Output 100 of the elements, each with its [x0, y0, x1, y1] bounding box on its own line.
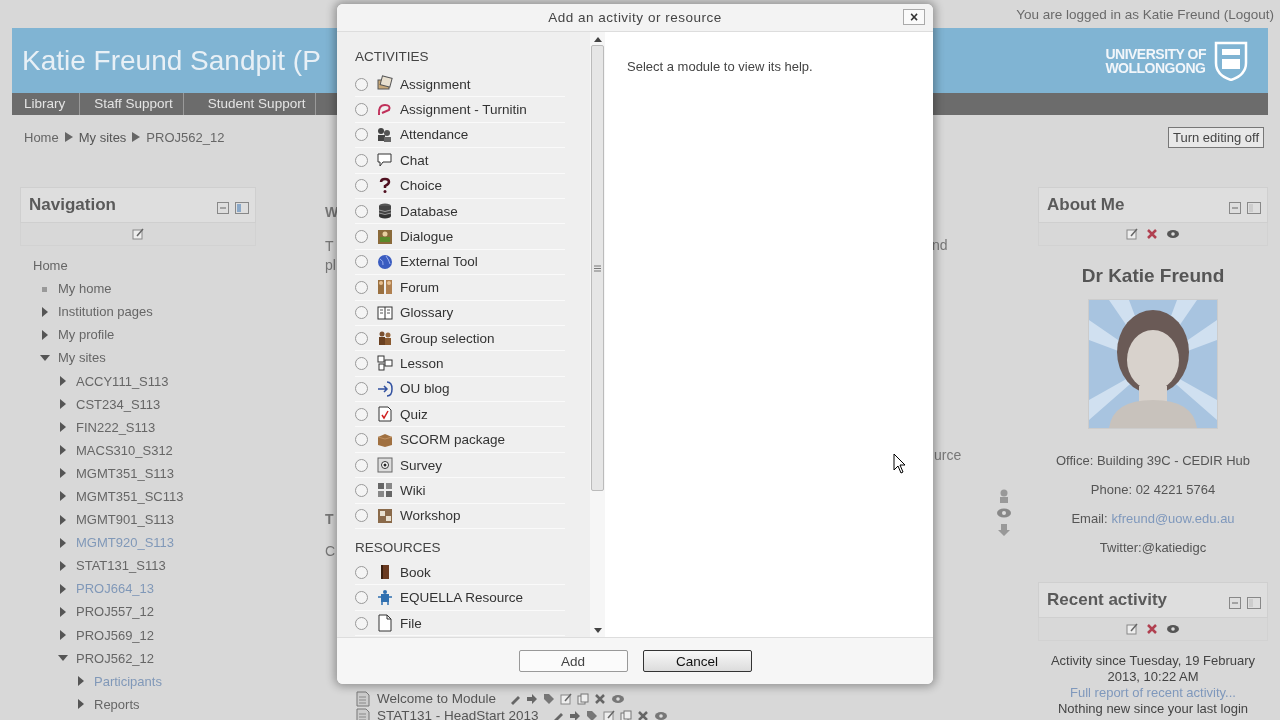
dock-icon[interactable]: [235, 202, 249, 214]
person-icon[interactable]: [997, 489, 1011, 503]
option-label[interactable]: Chat: [400, 152, 429, 168]
scroll-thumb[interactable]: [591, 45, 604, 491]
menu-item[interactable]: Staff Support: [80, 93, 184, 115]
collapse-icon[interactable]: [217, 202, 229, 214]
tag-icon[interactable]: [585, 710, 598, 720]
option-label[interactable]: Group selection: [400, 330, 495, 346]
option-label[interactable]: Assignment: [400, 76, 471, 92]
down-arrow-icon[interactable]: [997, 523, 1011, 537]
radio-button[interactable]: [355, 306, 368, 320]
radio-button[interactable]: [355, 230, 368, 244]
copy-icon[interactable]: [577, 693, 590, 705]
add-button[interactable]: Add: [518, 650, 628, 672]
edit-icon[interactable]: [1126, 623, 1138, 635]
edit-icon[interactable]: [1126, 228, 1138, 240]
radio-button[interactable]: [355, 179, 368, 193]
right-arrow-icon[interactable]: [526, 693, 539, 705]
breadcrumb-link[interactable]: PROJ562_12: [146, 129, 225, 145]
copy-icon[interactable]: [619, 710, 632, 720]
radio-button[interactable]: [355, 458, 368, 472]
radio-button[interactable]: [355, 153, 368, 167]
nav-item[interactable]: CST234_S113: [76, 396, 161, 412]
menu-item[interactable]: Library: [12, 93, 81, 115]
option-label[interactable]: EQUELLA Resource: [400, 590, 524, 606]
nav-item[interactable]: My profile: [58, 327, 115, 343]
radio-button[interactable]: [355, 616, 368, 630]
nav-item[interactable]: My sites: [58, 350, 106, 366]
pencil-icon[interactable]: [509, 693, 522, 705]
option-label[interactable]: SCORM package: [400, 432, 506, 448]
radio-button[interactable]: [355, 331, 368, 345]
right-arrow-icon[interactable]: [568, 710, 581, 720]
option-label[interactable]: Book: [400, 564, 431, 580]
radio-button[interactable]: [355, 407, 368, 421]
dock-icon[interactable]: [1247, 202, 1261, 214]
activity-link[interactable]: Welcome to Module: [377, 691, 497, 707]
delete-icon[interactable]: [1146, 228, 1158, 240]
nav-item[interactable]: PROJ562_12: [76, 650, 155, 666]
radio-button[interactable]: [355, 382, 368, 396]
activity-link[interactable]: STAT131 - HeadStart 2013: [377, 708, 539, 720]
cancel-button[interactable]: Cancel: [642, 650, 752, 672]
eye-icon[interactable]: [653, 710, 668, 720]
delete-icon[interactable]: [636, 710, 649, 720]
radio-button[interactable]: [355, 357, 368, 370]
option-label[interactable]: External Tool: [400, 254, 478, 270]
option-label[interactable]: Quiz: [400, 406, 428, 422]
nav-item[interactable]: Institution pages: [58, 304, 153, 320]
nav-item[interactable]: PROJ569_12: [76, 627, 155, 643]
eye-icon[interactable]: [1166, 623, 1180, 635]
radio-button[interactable]: [355, 280, 368, 294]
radio-button[interactable]: [355, 103, 368, 117]
option-label[interactable]: Wiki: [400, 482, 426, 498]
nav-item[interactable]: MGMT351_S113: [76, 465, 175, 481]
radio-button[interactable]: [355, 483, 368, 497]
option-label[interactable]: Database: [400, 203, 458, 219]
dock-icon[interactable]: [1247, 597, 1261, 609]
close-button[interactable]: ×: [903, 9, 925, 25]
option-label[interactable]: Choice: [400, 178, 443, 194]
nav-item[interactable]: STAT131_S113: [76, 558, 166, 574]
collapse-icon[interactable]: [1229, 597, 1241, 609]
nav-item[interactable]: PROJ557_12: [76, 604, 155, 620]
nav-item[interactable]: Home: [33, 258, 68, 274]
nav-item[interactable]: ACCY111_S113: [76, 373, 169, 389]
scroll-up-icon[interactable]: [593, 36, 602, 42]
scroll-down-icon[interactable]: [593, 628, 602, 634]
radio-button[interactable]: [355, 565, 368, 579]
nav-item[interactable]: Reports: [94, 696, 140, 712]
option-label[interactable]: Assignment - Turnitin: [400, 102, 527, 118]
tag-icon[interactable]: [543, 693, 556, 705]
option-label[interactable]: Forum: [400, 279, 439, 295]
option-label[interactable]: Attendance: [400, 127, 469, 143]
option-label[interactable]: Dialogue: [400, 229, 454, 245]
collapse-icon[interactable]: [1229, 202, 1241, 214]
option-label[interactable]: File: [400, 615, 422, 631]
nav-item[interactable]: MGMT351_SC113: [76, 489, 184, 504]
radio-button[interactable]: [355, 77, 368, 91]
radio-button[interactable]: [355, 204, 368, 218]
nav-item[interactable]: My home: [58, 281, 112, 297]
nav-item[interactable]: FIN222_S113: [76, 419, 156, 435]
nav-item[interactable]: MGMT901_S113: [76, 512, 175, 528]
radio-button[interactable]: [355, 128, 368, 142]
delete-icon[interactable]: [594, 693, 607, 705]
nav-item[interactable]: MACS310_S312: [76, 442, 173, 458]
radio-button[interactable]: [355, 255, 368, 269]
option-label[interactable]: Lesson: [400, 356, 444, 371]
option-label[interactable]: Glossary: [400, 305, 454, 321]
eye-icon[interactable]: [611, 693, 626, 705]
edit-icon[interactable]: [132, 228, 144, 240]
option-label[interactable]: OU blog: [400, 381, 450, 397]
edit-icon[interactable]: [560, 693, 573, 705]
breadcrumb-link[interactable]: My sites: [78, 129, 127, 145]
radio-button[interactable]: [355, 433, 368, 447]
menu-item[interactable]: Student Support: [183, 93, 317, 115]
scrollbar[interactable]: [590, 32, 605, 637]
eye-icon[interactable]: [1166, 228, 1180, 240]
option-label[interactable]: Survey: [400, 457, 443, 473]
option-label[interactable]: Workshop: [400, 508, 461, 524]
radio-button[interactable]: [355, 591, 368, 605]
turn-editing-off-button[interactable]: Turn editing off: [1168, 126, 1264, 148]
breadcrumb-link[interactable]: Home: [24, 129, 59, 145]
